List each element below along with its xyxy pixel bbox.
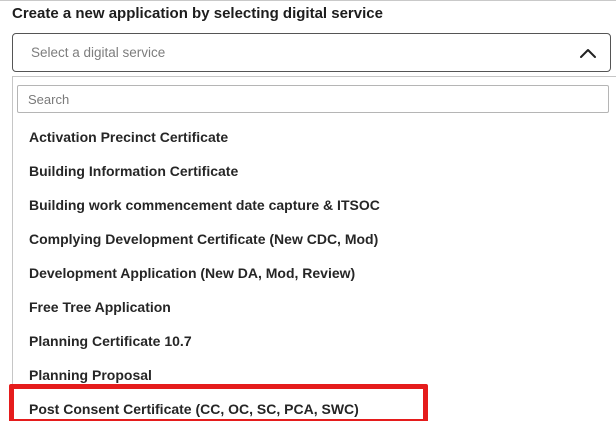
chevron-up-icon[interactable] xyxy=(578,46,598,60)
form-heading: Create a new application by selecting di… xyxy=(12,5,383,22)
application-form: Create a new application by selecting di… xyxy=(0,0,616,421)
option-building-work-commencement[interactable]: Building work commencement date capture … xyxy=(29,197,380,213)
option-development-application[interactable]: Development Application (New DA, Mod, Re… xyxy=(29,265,355,281)
top-divider xyxy=(0,0,616,1)
select-placeholder: Select a digital service xyxy=(31,45,166,60)
option-activation-precinct-certificate[interactable]: Activation Precinct Certificate xyxy=(29,129,228,145)
option-post-consent-certificate[interactable]: Post Consent Certificate (CC, OC, SC, PC… xyxy=(29,401,359,417)
option-free-tree-application[interactable]: Free Tree Application xyxy=(29,299,171,315)
option-planning-proposal[interactable]: Planning Proposal xyxy=(29,367,152,383)
search-input[interactable] xyxy=(17,85,609,113)
dropdown-panel: Activation Precinct Certificate Building… xyxy=(12,76,616,421)
option-complying-development-certificate[interactable]: Complying Development Certificate (New C… xyxy=(29,231,378,247)
option-building-information-certificate[interactable]: Building Information Certificate xyxy=(29,163,238,179)
option-planning-certificate[interactable]: Planning Certificate 10.7 xyxy=(29,333,192,349)
digital-service-select[interactable]: Select a digital service xyxy=(12,33,611,72)
